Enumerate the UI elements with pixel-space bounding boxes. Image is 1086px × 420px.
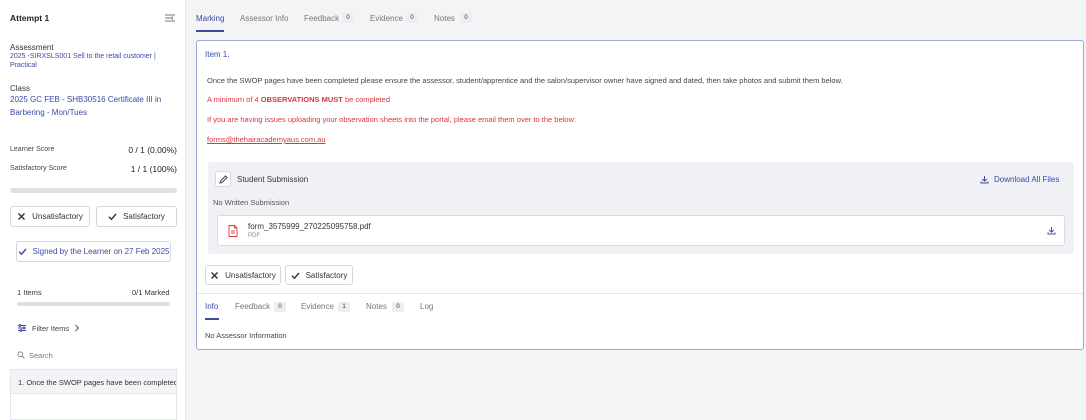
subtab-evidence[interactable]: Evidence xyxy=(301,302,334,311)
items-count: 1 Items xyxy=(17,288,42,297)
class-label: Class xyxy=(10,84,31,93)
active-tab-indicator xyxy=(196,30,224,32)
chevron-right-icon xyxy=(74,324,80,332)
subtab-feedback-count: 0 xyxy=(274,302,286,312)
item-unsatisfactory-button[interactable]: Unsatisfactory xyxy=(205,265,281,285)
subtab-log[interactable]: Log xyxy=(420,302,433,311)
edit-submission-button[interactable] xyxy=(215,171,231,187)
warning-suffix: be completed xyxy=(342,95,390,104)
search-box[interactable] xyxy=(17,348,177,362)
pencil-icon xyxy=(218,174,228,184)
active-subtab-indicator xyxy=(205,318,219,320)
tab-marking[interactable]: Marking xyxy=(196,14,224,23)
warning-emphasis: OBSERVATIONS MUST xyxy=(260,95,343,104)
student-submission-title: Student Submission xyxy=(237,175,309,184)
subtab-feedback[interactable]: Feedback xyxy=(235,302,270,311)
evidence-count-badge: 0 xyxy=(406,13,418,23)
notes-count-badge: 0 xyxy=(460,13,472,23)
satisfactory-label: Satisfactory xyxy=(123,212,165,221)
learner-score-label: Learner Score xyxy=(10,146,55,153)
feedback-count-badge: 0 xyxy=(342,13,354,23)
download-file-icon[interactable] xyxy=(1047,226,1056,235)
subtab-notes[interactable]: Notes xyxy=(366,302,387,311)
download-all-label: Download All Files xyxy=(994,175,1060,184)
divider xyxy=(197,293,1083,294)
unsatisfactory-button[interactable]: Unsatisfactory xyxy=(10,206,90,227)
item-satisfactory-button[interactable]: Satisfactory xyxy=(285,265,353,285)
no-assessor-information: No Assessor Information xyxy=(205,331,287,340)
close-icon xyxy=(210,271,219,280)
list-item-label: 1. Once the SWOP pages have been complet… xyxy=(18,378,177,387)
student-submission-panel: Student Submission Download All Files No… xyxy=(208,162,1074,254)
satisfactory-button[interactable]: Satisfactory xyxy=(96,206,177,227)
tab-feedback[interactable]: Feedback xyxy=(304,14,339,23)
assessment-label: Assessment xyxy=(10,43,54,52)
item-card: Item 1. Once the SWOP pages have been co… xyxy=(196,40,1084,350)
warning-prefix: A minimum of 4 xyxy=(207,95,261,104)
satisfactory-score-label: Satisfactory Score xyxy=(10,165,67,172)
item-title: Item 1. xyxy=(205,50,230,59)
item-list-area xyxy=(10,394,177,420)
item-unsatisfactory-label: Unsatisfactory xyxy=(225,270,276,280)
filter-items-toggle[interactable]: Filter Items xyxy=(17,323,80,333)
satisfactory-score-value: 1 / 1 (100%) xyxy=(130,164,177,174)
no-written-submission: No Written Submission xyxy=(213,198,290,207)
search-input[interactable] xyxy=(29,350,169,360)
attempt-title: Attempt 1 xyxy=(10,13,50,23)
unsatisfactory-label: Unsatisfactory xyxy=(32,212,83,221)
submission-file-item[interactable]: form_3575999_270225095758.pdf PDF xyxy=(217,215,1065,246)
list-item[interactable]: 1. Once the SWOP pages have been complet… xyxy=(10,369,177,394)
assessment-link[interactable]: 2025 -SIRXSLS001 Sell to the retail cust… xyxy=(10,53,160,70)
file-type: PDF xyxy=(248,233,260,239)
close-icon xyxy=(17,212,26,221)
tab-assessor-info[interactable]: Assessor Info xyxy=(240,14,288,23)
learner-score-value: 0 / 1 (0.00%) xyxy=(128,145,177,155)
subtab-evidence-count: 1 xyxy=(338,302,350,312)
top-tabs: Marking Assessor Info Feedback 0 Evidenc… xyxy=(187,0,1086,32)
subtab-info[interactable]: Info xyxy=(205,302,218,311)
tab-evidence[interactable]: Evidence xyxy=(370,14,403,23)
pdf-file-icon xyxy=(228,225,238,237)
check-icon xyxy=(291,271,300,280)
main-panel: Marking Assessor Info Feedback 0 Evidenc… xyxy=(187,0,1086,420)
signed-by-learner-label: Signed by the Learner on 27 Feb 2025 xyxy=(32,247,170,256)
check-icon xyxy=(108,212,117,221)
tab-notes[interactable]: Notes xyxy=(434,14,455,23)
download-all-files-button[interactable]: Download All Files xyxy=(980,175,1059,184)
filter-icon xyxy=(17,323,27,333)
subtab-notes-count: 0 xyxy=(392,302,404,312)
item-satisfactory-label: Satisfactory xyxy=(305,270,348,280)
filter-items-label: Filter Items xyxy=(32,323,70,333)
items-marked: 0/1 Marked xyxy=(132,288,170,297)
signed-by-learner-button[interactable]: Signed by the Learner on 27 Feb 2025 xyxy=(16,241,171,262)
download-icon xyxy=(980,175,989,184)
check-icon xyxy=(18,247,27,256)
satisfactory-progress-bar xyxy=(10,188,177,193)
item-instruction: Once the SWOP pages have been completed … xyxy=(207,76,843,85)
search-icon xyxy=(17,351,25,359)
support-email-link[interactable]: forms@thehairacademyaus.com.au xyxy=(207,135,326,144)
file-name: form_3575999_270225095758.pdf xyxy=(248,222,371,231)
collapse-sidebar-icon[interactable] xyxy=(164,12,176,24)
item-warning: A minimum of 4 OBSERVATIONS MUST be comp… xyxy=(207,95,390,104)
items-progress-bar xyxy=(17,302,170,306)
item-issues-text: If you are having issues uploading your … xyxy=(207,115,576,124)
sidebar: Attempt 1 Assessment 2025 -SIRXSLS001 Se… xyxy=(0,0,186,420)
class-link[interactable]: 2025 GC FEB - SHB30516 Certificate III i… xyxy=(10,94,170,119)
